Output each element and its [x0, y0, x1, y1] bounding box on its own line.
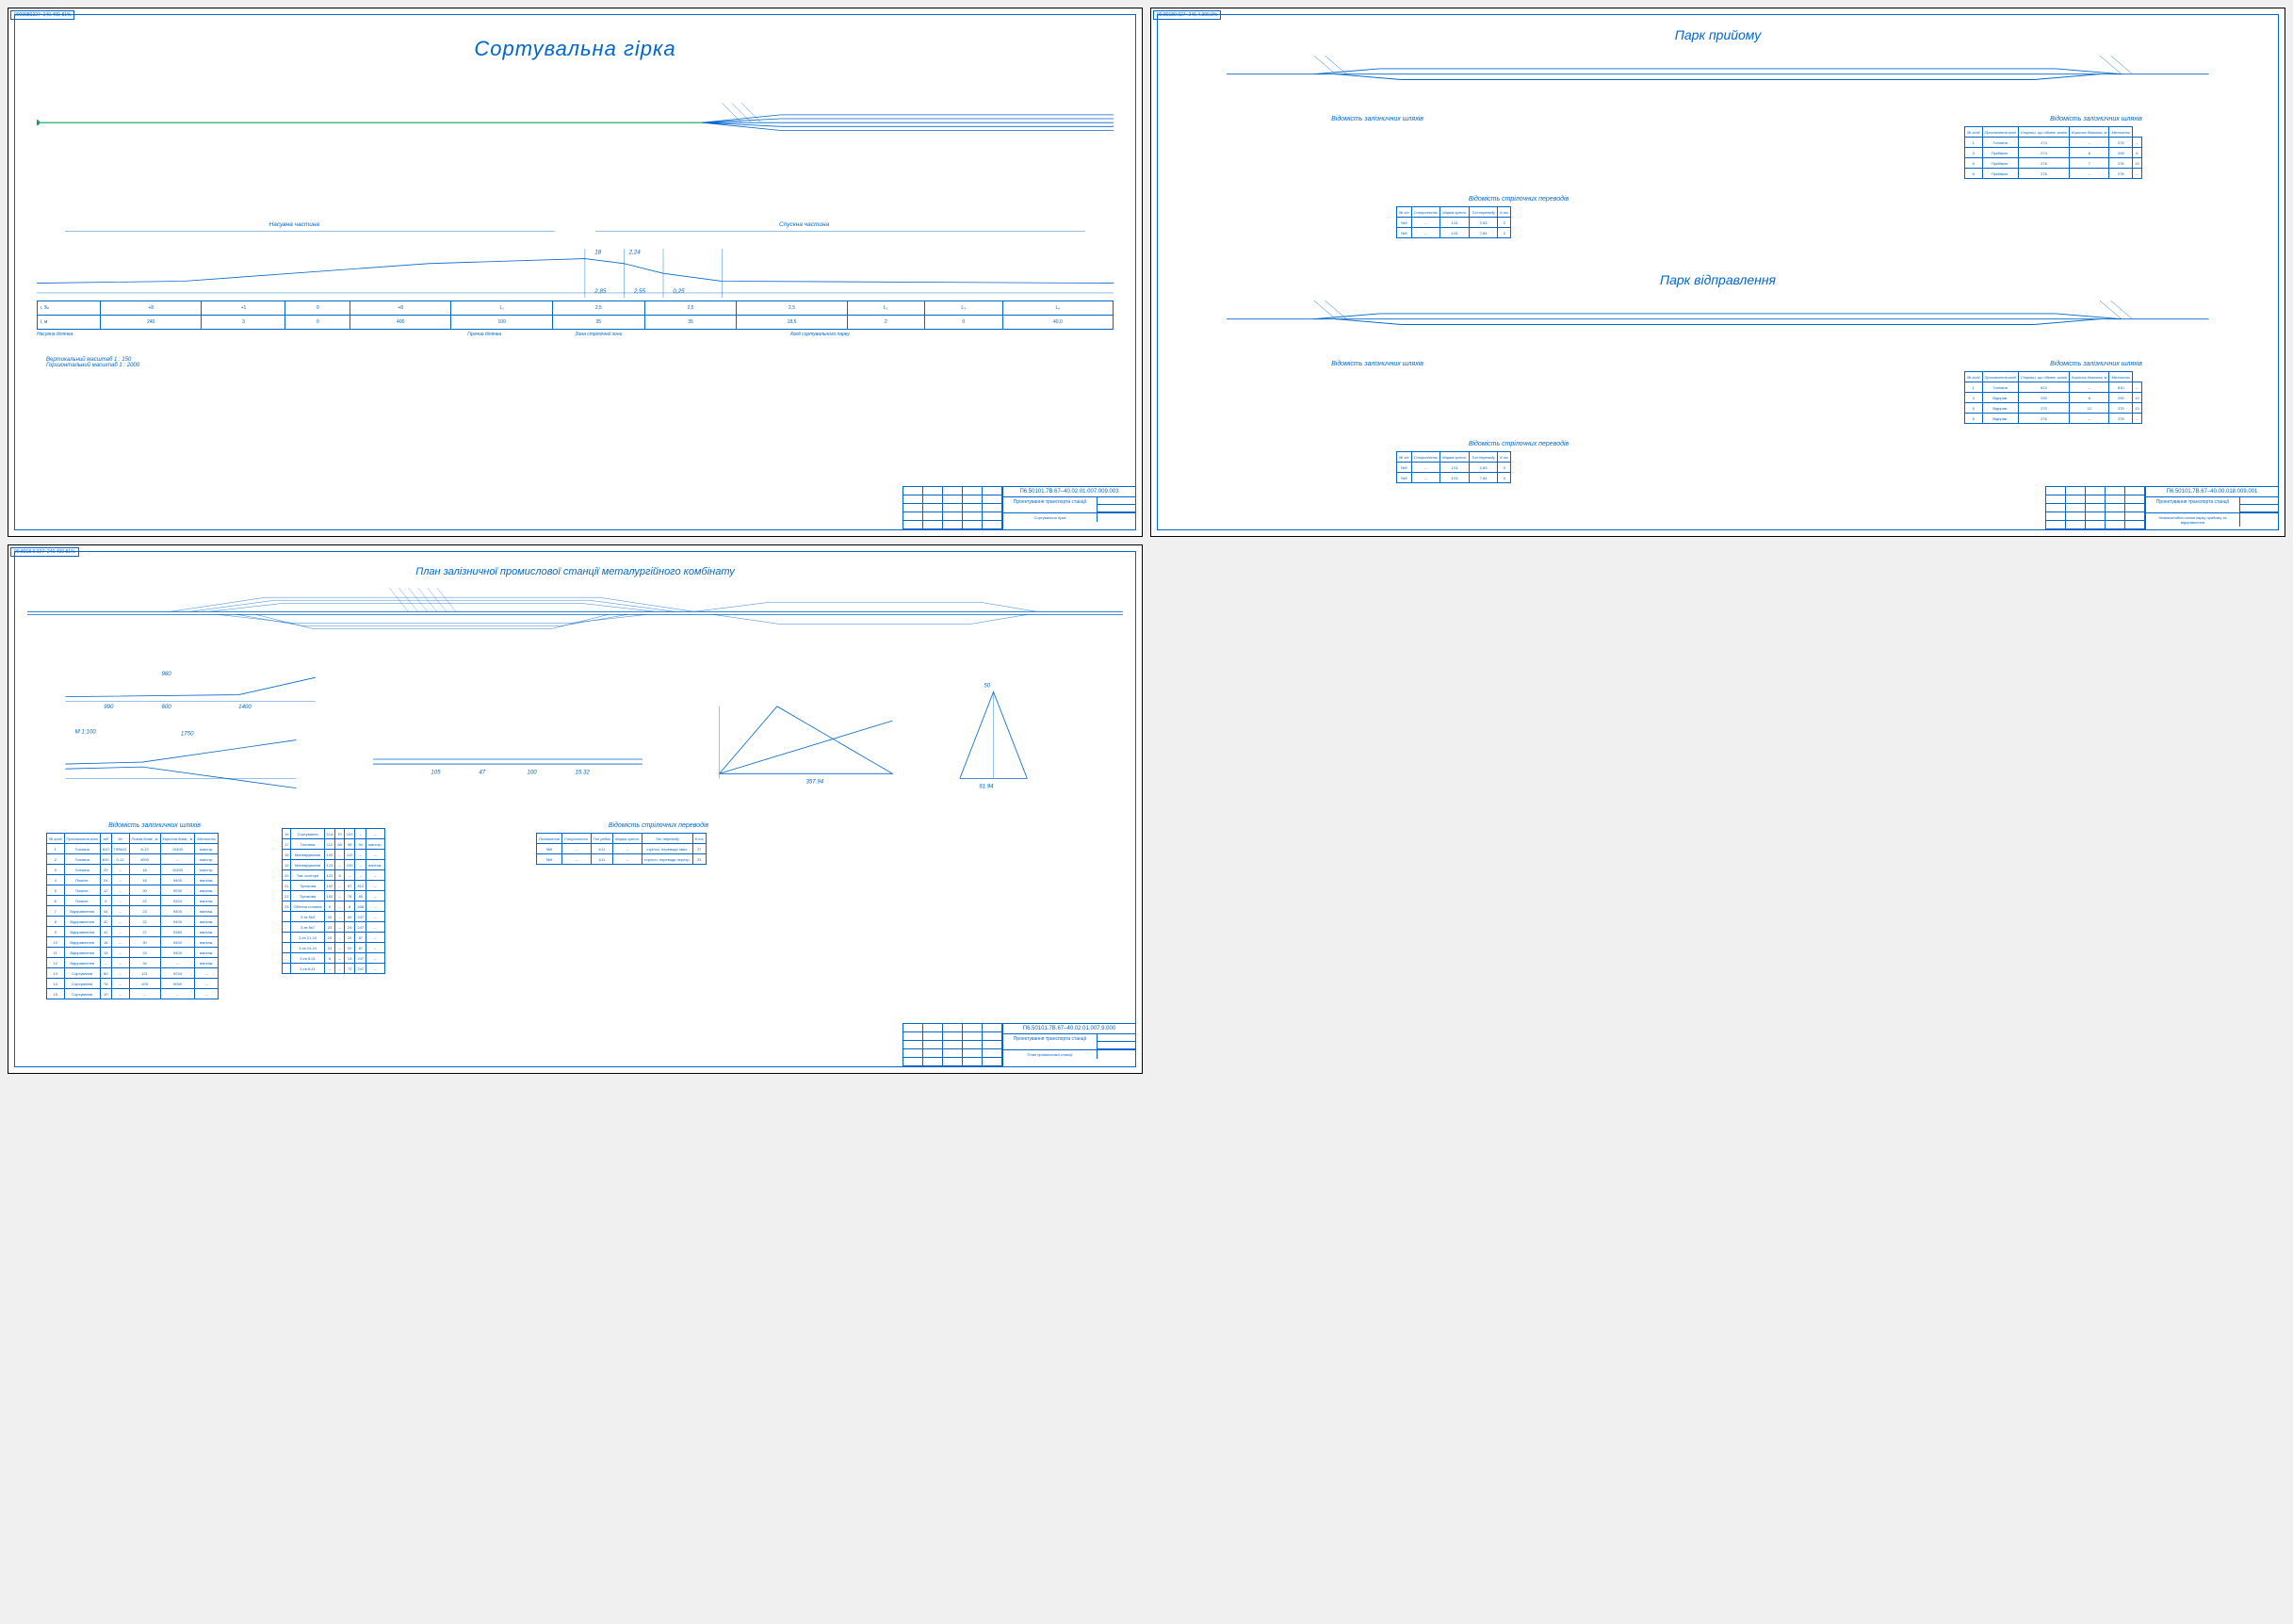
- svg-text:100: 100: [527, 769, 537, 775]
- sheet-title: Сортувальна гірка: [8, 37, 1142, 61]
- detail-drawings: 960 990 600 1400 M 1:100 1750 105 47 100…: [46, 668, 1104, 803]
- svg-text:91.94: 91.94: [979, 784, 994, 790]
- departure-tracks-table: № коліїПризначення коліїСтрілки, що обме…: [1964, 371, 2142, 424]
- title-block: П6.50101.7В.67–40.00.018.009.001 Проекту…: [2045, 486, 2279, 530]
- svg-text:18: 18: [594, 249, 601, 255]
- title-block: П6.50101.7В.67–40.02.01.007.009.003 Прое…: [903, 486, 1136, 530]
- section-labels: Насувна частина Спускна частина: [65, 216, 1085, 236]
- svg-text:15.32: 15.32: [575, 769, 590, 775]
- receiving-tracks-table2: № коліїПризначення коліїСтрілки, що обме…: [1964, 126, 2142, 179]
- title-block: П6.50101.7В.67–40.02.01.007.9.000 Проект…: [903, 1023, 1136, 1067]
- svg-text:2,55: 2,55: [633, 288, 646, 295]
- svg-text:990: 990: [104, 704, 114, 710]
- horiz-scale: Горизонтальний масштаб 1 : 2000: [46, 363, 139, 368]
- svg-text:600: 600: [162, 704, 172, 710]
- station-tracks-table-1: № коліїПризначення коліївіддоПовна довж.…: [46, 833, 219, 999]
- svg-text:Насувна частина: Насувна частина: [269, 221, 320, 228]
- receiving-park-title: Парк прийому: [1151, 27, 2285, 42]
- svg-text:1400: 1400: [238, 704, 252, 710]
- svg-text:105: 105: [431, 769, 441, 775]
- sheet-parks: 00.80180.027~246.4.390.9% Парк прийому В…: [1150, 8, 2285, 537]
- departure-park-title: Парк відправлення: [1151, 272, 2285, 287]
- svg-text:47: 47: [479, 769, 485, 775]
- svg-text:50: 50: [984, 682, 990, 689]
- hill-profile-drawing: 18 2,24 2,85 2,55 0,25: [37, 244, 1114, 302]
- receiving-park-scheme: [1227, 56, 2209, 94]
- svg-text:0,25: 0,25: [673, 288, 685, 295]
- profile-table: i, ‰+8+10+8L₁2,52,52,5L₂L₃L₅ l, м2403040…: [37, 300, 1114, 330]
- svg-text:960: 960: [162, 671, 172, 677]
- svg-text:M 1:100: M 1:100: [75, 728, 97, 735]
- station-plan-drawing: [27, 583, 1123, 641]
- station-switches-table: ПозначенняСторонністьТип рейокМарка хрес…: [536, 833, 707, 865]
- departure-park-scheme: [1227, 300, 2209, 339]
- sheet-sorting-hill: 0009080227~240.400-81% Сортувальна гірка: [8, 8, 1143, 537]
- station-tracks-table-2: 16Сортування11470102––17Головна112689894…: [282, 828, 385, 974]
- receiving-switches-table: № з/пСторонністьМарка хрест.Тип переводу…: [1396, 206, 1511, 238]
- svg-text:357.94: 357.94: [805, 779, 823, 786]
- file-tag: 00.80180.027~246.4.390.9%: [1153, 10, 1221, 20]
- sheet-title: План залізничної промислової станції мет…: [8, 566, 1142, 577]
- hill-plan-drawing: [37, 93, 1114, 152]
- svg-text:2,85: 2,85: [594, 288, 607, 295]
- svg-text:1750: 1750: [181, 730, 194, 737]
- departure-switches-table: № з/пСторонністьМарка хрест.Тип переводу…: [1396, 451, 1511, 483]
- svg-text:Спускна частина: Спускна частина: [779, 221, 830, 228]
- sheet-station-plan: 00.8018.0.027~240.400-81% План залізничн…: [8, 544, 1143, 1074]
- file-tag: 00.8018.0.027~240.400-81%: [10, 547, 79, 557]
- svg-text:2,24: 2,24: [628, 249, 642, 255]
- file-tag: 0009080227~240.400-81%: [10, 10, 74, 20]
